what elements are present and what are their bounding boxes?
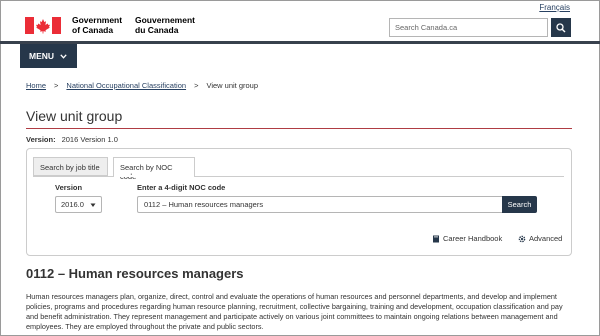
noc-search-button[interactable]: Search	[502, 196, 537, 213]
wordmark-en-line2: of Canada	[72, 25, 114, 35]
tab-search-by-noc-code[interactable]: Search by NOC code	[113, 157, 195, 181]
breadcrumb-separator: >	[194, 81, 199, 90]
noc-code-input[interactable]: 0112 – Human resources managers	[137, 196, 503, 213]
version-info: Version: 2016 Version 1.0	[26, 135, 118, 144]
breadcrumb: Home > National Occupational Classificat…	[26, 81, 258, 90]
menu-bar	[0, 41, 600, 44]
active-tab-gap	[114, 175, 194, 177]
site-search-input[interactable]: Search Canada.ca	[389, 18, 548, 37]
menu-label: MENU	[29, 51, 55, 61]
advanced-link[interactable]: Advanced	[518, 234, 562, 243]
version-select-label: Version	[55, 183, 83, 192]
version-select[interactable]: 2016.0	[55, 196, 102, 213]
chevron-down-icon	[60, 53, 67, 59]
wordmark-english: Government of Canada	[72, 15, 122, 35]
language-toggle-link[interactable]: Français	[539, 3, 570, 12]
breadcrumb-home[interactable]: Home	[26, 81, 46, 90]
breadcrumb-current: View unit group	[206, 81, 259, 90]
wordmark-en-line1: Government	[72, 15, 123, 25]
book-icon	[433, 235, 439, 242]
career-handbook-label: Career Handbook	[443, 234, 503, 243]
tab-search-by-job-title[interactable]: Search by job title	[33, 157, 108, 176]
gear-icon	[518, 235, 526, 242]
title-underline	[26, 128, 572, 129]
unit-group-description: Human resources managers plan, organize,…	[26, 292, 563, 331]
breadcrumb-noc[interactable]: National Occupational Classification	[66, 81, 186, 90]
wordmark-fr-line1: Gouvernement	[135, 15, 195, 25]
career-handbook-link[interactable]: Career Handbook	[432, 234, 502, 243]
version-select-value: 2016.0	[61, 200, 84, 209]
wordmark-french: Gouvernement du Canada	[135, 15, 195, 35]
noc-code-label: Enter a 4-digit NOC code	[137, 183, 226, 192]
breadcrumb-separator: >	[54, 81, 59, 90]
caret-down-icon	[90, 203, 96, 207]
unit-group-title: 0112 – Human resources managers	[26, 266, 244, 281]
version-label: Version:	[26, 135, 56, 144]
tabs-divider	[33, 176, 564, 177]
canada-flag-icon	[25, 17, 61, 34]
page-title: View unit group	[26, 108, 123, 124]
version-value: 2016 Version 1.0	[61, 135, 118, 144]
site-search-button[interactable]	[551, 18, 571, 37]
advanced-label: Advanced	[529, 234, 563, 243]
wordmark-fr-line2: du Canada	[135, 25, 179, 35]
magnifier-icon	[556, 22, 566, 32]
menu-button[interactable]: MENU	[20, 44, 77, 68]
